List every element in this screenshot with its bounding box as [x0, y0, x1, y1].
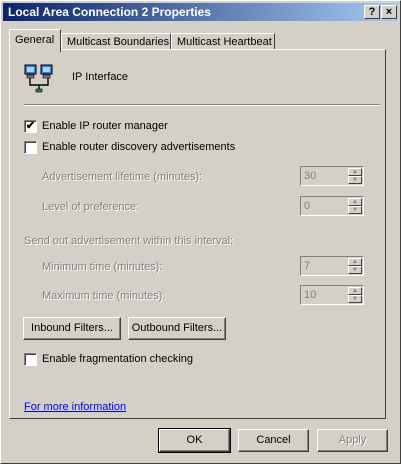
min-time-down-icon[interactable]: ▼ [348, 266, 362, 274]
enable-fragmentation-label: Enable fragmentation checking [42, 353, 194, 365]
max-time-spinner[interactable]: 10 ▲ ▼ [300, 285, 364, 305]
level-of-preference-label: Level of preference: [42, 201, 140, 213]
cancel-button[interactable]: Cancel [238, 429, 309, 452]
min-time-up-icon[interactable]: ▲ [348, 258, 362, 266]
title-bar[interactable]: Local Area Connection 2 Properties ? × [3, 3, 398, 21]
enable-fragmentation-checkbox[interactable] [24, 353, 37, 366]
close-button[interactable]: × [381, 5, 397, 19]
separator-top [24, 104, 380, 106]
adv-lifetime-value: 30 [304, 170, 317, 182]
adv-lifetime-label: Advertisement lifetime (minutes): [42, 171, 203, 183]
properties-dialog: Local Area Connection 2 Properties ? × G… [0, 0, 401, 464]
window-title: Local Area Connection 2 Properties [8, 5, 211, 19]
adv-lifetime-up-icon[interactable]: ▲ [348, 168, 362, 176]
send-interval-label: Send out advertisement within this inter… [24, 235, 234, 247]
level-of-preference-up-icon[interactable]: ▲ [348, 198, 362, 206]
enable-router-discovery-label: Enable router discovery advertisements [42, 141, 236, 153]
inbound-filters-button[interactable]: Inbound Filters... [23, 317, 121, 340]
adv-lifetime-spinner[interactable]: 30 ▲ ▼ [300, 166, 364, 186]
help-button[interactable]: ? [364, 5, 380, 19]
enable-ip-router-manager-checkbox[interactable]: ✔ [24, 120, 37, 133]
level-of-preference-spinner[interactable]: 0 ▲ ▼ [300, 196, 364, 216]
min-time-label: Minimum time (minutes): [42, 261, 163, 273]
outbound-filters-button[interactable]: Outbound Filters... [128, 317, 226, 340]
general-panel: IP Interface ✔ Enable IP router manager … [9, 49, 386, 419]
tab-general[interactable]: General [9, 29, 61, 52]
max-time-up-icon[interactable]: ▲ [348, 287, 362, 295]
level-of-preference-down-icon[interactable]: ▼ [348, 206, 362, 214]
ok-button[interactable]: OK [158, 428, 231, 453]
adv-lifetime-down-icon[interactable]: ▼ [348, 176, 362, 184]
level-of-preference-value: 0 [304, 200, 311, 212]
more-info-link[interactable]: For more information [24, 401, 126, 413]
interface-label: IP Interface [72, 71, 129, 83]
apply-button[interactable]: Apply [317, 429, 388, 452]
max-time-label: Maximum time (minutes): [42, 290, 166, 302]
min-time-spinner[interactable]: 7 ▲ ▼ [300, 256, 364, 276]
enable-ip-router-manager-label: Enable IP router manager [42, 120, 168, 132]
min-time-value: 7 [304, 260, 311, 272]
network-interface-icon [24, 64, 53, 93]
max-time-value: 10 [304, 289, 317, 301]
enable-router-discovery-checkbox[interactable] [24, 141, 37, 154]
max-time-down-icon[interactable]: ▼ [348, 295, 362, 303]
